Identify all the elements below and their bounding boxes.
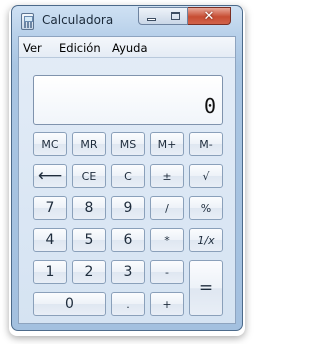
plus-button[interactable]: + [150,292,184,316]
decimal-button[interactable]: . [111,292,145,316]
plus-minus-button[interactable]: ± [150,164,184,188]
sqrt-button[interactable]: √ [189,164,223,188]
minimize-icon [146,17,156,21]
window-title: Calculadora [42,13,114,27]
m-plus-button[interactable]: M+ [150,132,184,156]
equals-button[interactable]: = [189,260,223,316]
five-button[interactable]: 5 [72,228,106,252]
calculator-window: Calculadora ✕ Ver Edición Ayuda 0 MC MR … [11,5,243,331]
one-button[interactable]: 1 [33,260,67,284]
three-button[interactable]: 3 [111,260,145,284]
percent-button[interactable]: % [189,196,223,220]
multiply-button[interactable]: * [150,228,184,252]
calculator-app-icon[interactable] [21,13,34,30]
title-bar[interactable]: Calculadora ✕ [12,6,242,35]
close-button[interactable]: ✕ [188,7,231,25]
m-minus-button[interactable]: M- [189,132,223,156]
zero-button[interactable]: 0 [33,292,106,316]
menu-bar: Ver Edición Ayuda [19,37,235,58]
eight-button[interactable]: 8 [72,196,106,220]
minus-button[interactable]: - [150,260,184,284]
close-icon: ✕ [203,8,215,24]
display-value: 0 [203,94,216,118]
divide-button[interactable]: / [150,196,184,220]
maximize-button[interactable] [163,7,188,25]
reciprocal-button[interactable]: 1/x [189,228,223,252]
backspace-button[interactable]: ⟵ [33,164,67,188]
result-display: 0 [33,75,223,125]
maximize-icon [170,12,180,20]
mc-button[interactable]: MC [33,132,67,156]
calculator-body: Ver Edición Ayuda 0 MC MR MS M+ M- ⟵ CE … [18,36,236,324]
nine-button[interactable]: 9 [111,196,145,220]
menu-ver[interactable]: Ver [23,41,42,55]
six-button[interactable]: 6 [111,228,145,252]
four-button[interactable]: 4 [33,228,67,252]
mr-button[interactable]: MR [72,132,106,156]
menu-ayuda[interactable]: Ayuda [112,41,148,55]
seven-button[interactable]: 7 [33,196,67,220]
two-button[interactable]: 2 [72,260,106,284]
ms-button[interactable]: MS [111,132,145,156]
menu-edicion[interactable]: Edición [59,41,101,55]
minimize-button[interactable] [138,7,164,25]
ce-button[interactable]: CE [72,164,106,188]
c-button[interactable]: C [111,164,145,188]
